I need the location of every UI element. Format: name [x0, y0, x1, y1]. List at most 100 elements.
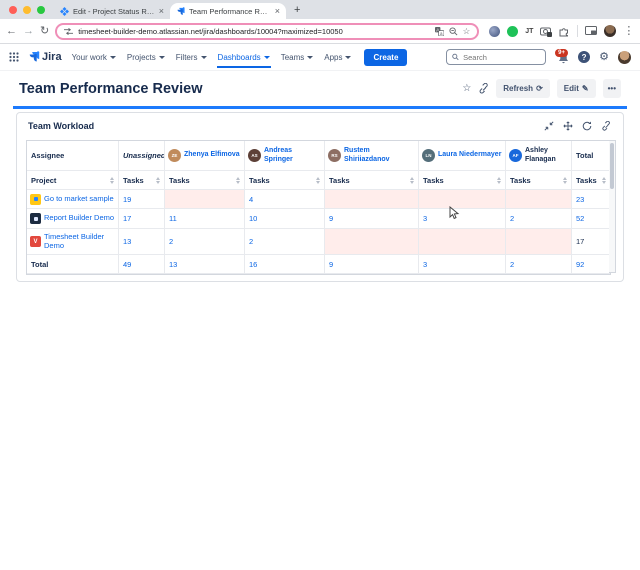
column-header-ashley-flanagan[interactable]: AF Ashley Flanagan — [506, 141, 572, 171]
tasks-column-header[interactable]: Tasks — [325, 171, 419, 190]
more-actions-button[interactable]: ••• — [602, 79, 621, 98]
bookmark-star-icon[interactable]: ☆ — [463, 27, 471, 36]
column-header-zhenya-elfimova[interactable]: ZE Zhenya Elfimova — [165, 141, 245, 171]
sort-icon[interactable] — [156, 176, 160, 184]
task-count-cell[interactable]: 2 — [245, 229, 325, 255]
sort-icon[interactable] — [110, 176, 114, 184]
project-icon — [30, 193, 41, 205]
forward-icon[interactable]: → — [23, 25, 34, 37]
task-count-cell[interactable]: 19 — [119, 190, 165, 209]
jira-logo[interactable]: Jira — [28, 51, 62, 63]
nav-item-dashboards[interactable]: Dashboards — [216, 47, 271, 68]
move-icon[interactable] — [563, 121, 573, 131]
task-count-cell[interactable]: 3 — [419, 209, 506, 229]
table-vertical-scrollbar[interactable] — [609, 140, 616, 273]
task-count-cell[interactable]: 11 — [165, 209, 245, 229]
sort-icon[interactable] — [563, 176, 567, 184]
browser-profile-avatar[interactable] — [604, 25, 617, 37]
sort-icon[interactable] — [410, 176, 414, 184]
empty-task-cell[interactable] — [506, 190, 572, 209]
empty-task-cell[interactable] — [506, 229, 572, 255]
link-widget-icon[interactable] — [601, 121, 611, 131]
task-count-cell[interactable]: 9 — [325, 209, 419, 229]
tab-close-icon[interactable]: × — [275, 6, 280, 16]
extension-icon-2[interactable] — [507, 25, 519, 37]
table-row-project-link[interactable]: V Timesheet Builder Demo — [27, 229, 119, 255]
nav-item-apps[interactable]: Apps — [323, 47, 352, 68]
task-count-cell[interactable]: 2 — [506, 209, 572, 229]
project-column-header[interactable]: Project — [27, 171, 119, 190]
task-count-cell[interactable]: 13 — [119, 229, 165, 255]
scrollbar-thumb[interactable] — [610, 143, 614, 189]
zoom-icon[interactable] — [449, 26, 458, 36]
tasks-column-header[interactable]: Tasks — [165, 171, 245, 190]
row-total-cell[interactable]: 23 — [572, 190, 610, 209]
extensions-puzzle-icon[interactable] — [559, 26, 570, 37]
row-total-cell[interactable]: 17 — [572, 229, 610, 255]
help-button[interactable]: ? — [578, 51, 591, 63]
screenshot-extension-icon[interactable] — [540, 26, 553, 37]
star-favorite-button[interactable]: ☆ — [462, 83, 471, 94]
task-count-cell[interactable]: 17 — [119, 209, 165, 229]
empty-task-cell[interactable] — [419, 190, 506, 209]
settings-gear-icon[interactable]: ⚙ — [599, 51, 609, 63]
notifications-button[interactable]: 9+ — [555, 48, 569, 64]
empty-task-cell[interactable] — [325, 229, 419, 255]
browser-tab-team-performance-review[interactable]: Team Performance Review - × — [170, 3, 286, 19]
empty-task-cell[interactable] — [325, 190, 419, 209]
edit-button[interactable]: Edit ✎ — [556, 79, 596, 98]
tab-title: Team Performance Review - — [189, 6, 271, 16]
tab-close-icon[interactable]: × — [159, 6, 164, 16]
column-header-rustem-shiriiazdanov[interactable]: RS Rustem Shiriiazdanov — [325, 141, 419, 171]
translate-icon[interactable]: Aa — [434, 26, 444, 36]
task-count-cell[interactable]: 4 — [245, 190, 325, 209]
nav-item-projects[interactable]: Projects — [126, 47, 166, 68]
cast-icon[interactable] — [585, 26, 598, 36]
task-count-cell[interactable]: 2 — [165, 229, 245, 255]
tasks-column-header[interactable]: Tasks — [419, 171, 506, 190]
new-tab-button[interactable]: + — [294, 5, 300, 16]
close-window-button[interactable] — [9, 5, 17, 14]
app-switcher-icon[interactable] — [9, 52, 19, 62]
extension-icon-jt[interactable]: JT — [525, 28, 533, 35]
tasks-column-header[interactable]: Tasks — [506, 171, 572, 190]
url-bar[interactable]: timesheet-builder-demo.atlassian.net/jir… — [55, 22, 480, 40]
refresh-widget-icon[interactable] — [582, 121, 592, 131]
tasks-column-header[interactable]: Tasks — [119, 171, 165, 190]
refresh-button[interactable]: Refresh ⟳ — [496, 79, 550, 98]
empty-task-cell[interactable] — [165, 190, 245, 209]
copy-link-icon[interactable] — [478, 83, 489, 94]
nav-item-filters[interactable]: Filters — [175, 47, 208, 68]
row-total-cell[interactable]: 52 — [572, 209, 610, 229]
empty-task-cell[interactable] — [419, 229, 506, 255]
collapse-icon[interactable] — [544, 121, 554, 131]
search-input[interactable] — [463, 52, 541, 62]
maximize-window-button[interactable] — [37, 5, 45, 14]
assignee-corner-header: Assignee — [27, 141, 119, 171]
sort-icon[interactable] — [497, 176, 501, 184]
user-avatar[interactable] — [618, 50, 631, 64]
sort-icon[interactable] — [316, 176, 320, 184]
minimize-window-button[interactable] — [23, 5, 31, 14]
column-header-laura-niedermayer[interactable]: LN Laura Niedermayer — [419, 141, 506, 171]
tasks-column-header[interactable]: Tasks — [572, 171, 610, 190]
back-icon[interactable]: ← — [6, 25, 17, 37]
site-info-icon[interactable] — [64, 27, 74, 36]
reload-icon[interactable]: ↻ — [40, 25, 49, 37]
table-row-project-link[interactable]: Report Builder Demo — [27, 209, 119, 229]
nav-item-teams[interactable]: Teams — [280, 47, 315, 68]
search-box[interactable] — [446, 49, 547, 65]
create-button[interactable]: Create — [364, 48, 408, 66]
task-count-cell[interactable]: 10 — [245, 209, 325, 229]
nav-item-your-work[interactable]: Your work — [71, 47, 117, 68]
sort-icon[interactable] — [602, 176, 606, 184]
sort-icon[interactable] — [236, 176, 240, 184]
extension-icon-1[interactable] — [489, 25, 501, 37]
column-header-andreas-springer[interactable]: AS Andreas Springer — [245, 141, 325, 171]
browser-menu-icon[interactable]: ⋮ — [623, 25, 634, 37]
browser-tab-project-status-report[interactable]: Edit - Project Status Report × — [54, 3, 170, 19]
tasks-column-header[interactable]: Tasks — [245, 171, 325, 190]
url-text[interactable]: timesheet-builder-demo.atlassian.net/jir… — [78, 27, 429, 36]
jira-logo-icon — [29, 51, 40, 62]
table-row-project-link[interactable]: Go to market sample — [27, 190, 119, 209]
